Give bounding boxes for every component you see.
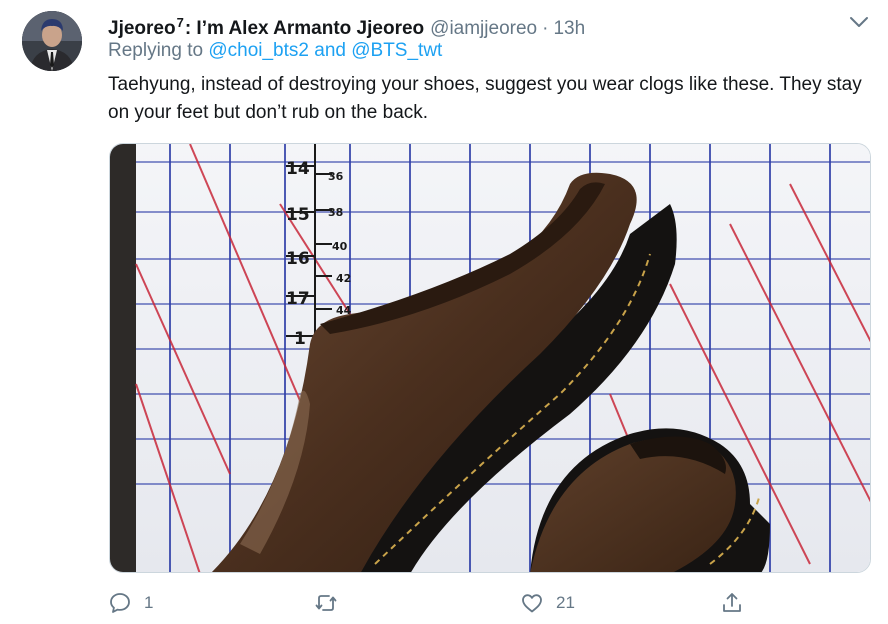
reply-count: 1 (144, 593, 154, 612)
retweet-button[interactable] (314, 586, 350, 620)
avatar[interactable] (22, 11, 82, 71)
ruler-size-label: 40 (332, 240, 348, 253)
like-count: 21 (556, 593, 575, 612)
separator-dot: · (542, 18, 549, 39)
retweet-arrows-icon (315, 595, 337, 611)
share-button[interactable] (720, 586, 744, 620)
ruler-size-label: 42 (336, 272, 351, 285)
tweet-header: Jjeoreo7: I’m Alex Armanto Jjeoreo @iamj… (108, 10, 585, 39)
chevron-down-icon[interactable] (848, 14, 870, 30)
ruler-inch-label: 14 (286, 159, 310, 179)
mention-link-2[interactable]: @BTS_twt (351, 40, 442, 61)
ruler-inch-label: 17 (286, 289, 310, 309)
ruler-size-label: 36 (328, 170, 344, 183)
ruler-inch-label: 1 (294, 329, 306, 349)
speech-bubble-icon (110, 593, 130, 613)
timestamp[interactable]: 13h (553, 16, 585, 42)
tweet-text: Taehyung, instead of destroying your sho… (108, 74, 862, 123)
mention-conjunction[interactable]: and (314, 40, 346, 61)
mention-link-1[interactable]: @choi_bts2 (208, 40, 309, 61)
heart-icon (522, 594, 542, 613)
like-button[interactable]: 21 (520, 586, 575, 620)
reply-button[interactable]: 1 (108, 586, 153, 620)
replying-to-label: Replying to (108, 40, 204, 61)
user-handle[interactable]: @iamjjeoreo (430, 16, 537, 42)
ruler-inch-label: 16 (286, 249, 310, 269)
tweet-actions: 1 21 (108, 586, 748, 620)
tweet-media-photo[interactable]: 14 15 16 17 1 36 38 40 42 44 (109, 143, 871, 573)
replying-to: Replying to @choi_bts2 and @BTS_twt (108, 38, 442, 64)
ruler-inch-label: 15 (286, 205, 310, 225)
ruler-size-label: 38 (328, 206, 343, 219)
tweet[interactable]: Jjeoreo7: I’m Alex Armanto Jjeoreo @iamj… (0, 0, 888, 624)
display-name-superscript: 7 (176, 15, 184, 30)
share-upload-icon (723, 593, 741, 612)
